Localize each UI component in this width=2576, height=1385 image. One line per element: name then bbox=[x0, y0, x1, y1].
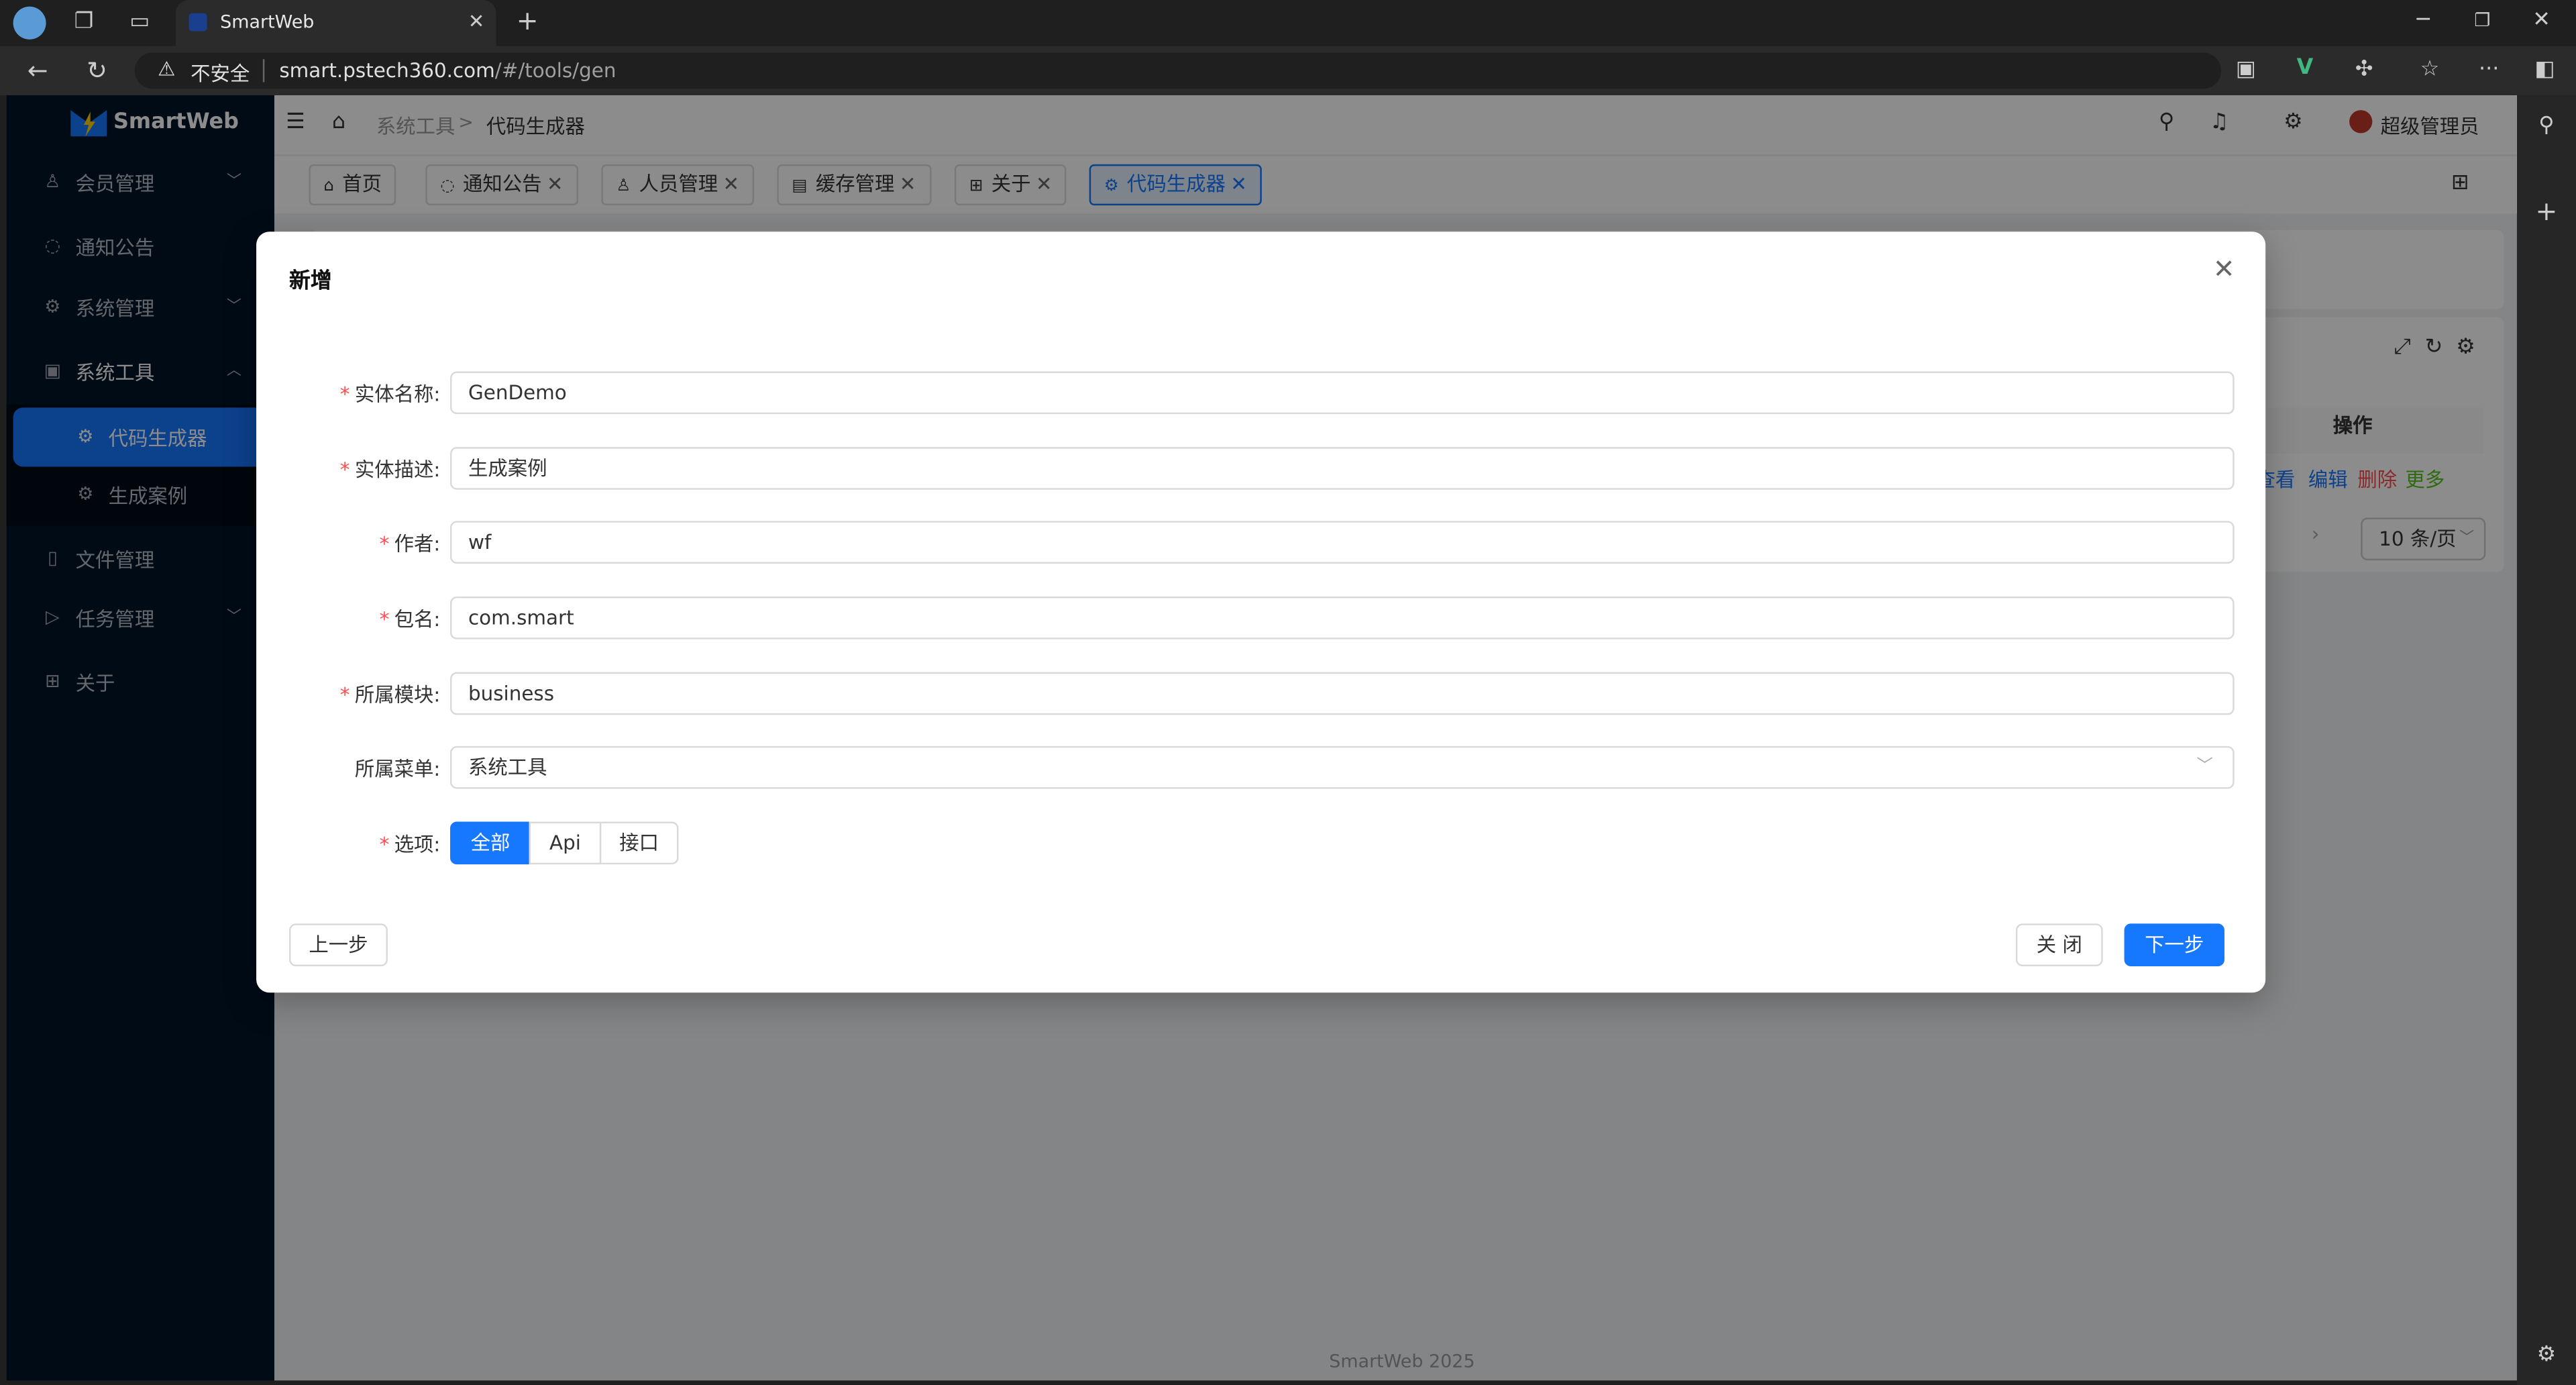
option-api-button[interactable]: Api bbox=[529, 821, 602, 865]
chevron-down-icon: ﹀ bbox=[2196, 757, 2213, 776]
restore-icon[interactable]: ❐ bbox=[2467, 8, 2497, 34]
search-icon[interactable]: ⚲ bbox=[2532, 113, 2561, 140]
option-all-button[interactable]: 全部 bbox=[450, 821, 531, 865]
url-path: /#/tools/gen bbox=[494, 59, 616, 83]
required-mark: * bbox=[339, 458, 350, 482]
profile-avatar[interactable] bbox=[13, 6, 46, 40]
required-mark: * bbox=[379, 608, 390, 631]
extension-icon[interactable]: ▣ bbox=[2231, 58, 2261, 84]
warning-icon: ⚠ bbox=[158, 57, 176, 81]
browser-tab-title: SmartWeb bbox=[220, 11, 315, 33]
url-text: smart.pstech360.com/#/tools/gen bbox=[279, 59, 616, 82]
back-icon[interactable]: ← bbox=[23, 58, 52, 84]
field-label: * 实体描述: bbox=[339, 458, 441, 482]
new-tab-icon[interactable]: + bbox=[513, 7, 542, 34]
prev-step-button[interactable]: 上一步 bbox=[289, 923, 388, 967]
menu-select[interactable]: 系统工具 ﹀ bbox=[450, 746, 2235, 789]
close-tab-icon[interactable]: ✕ bbox=[468, 10, 485, 33]
required-mark: * bbox=[339, 382, 350, 406]
vue-devtools-icon[interactable]: V bbox=[2290, 56, 2320, 82]
field-label: * 选项: bbox=[379, 833, 441, 856]
puzzle-icon[interactable]: ✣ bbox=[2349, 58, 2379, 84]
tab-actions-icon[interactable]: ▭ bbox=[125, 10, 154, 36]
workspaces-icon[interactable]: ❐ bbox=[69, 10, 99, 36]
field-label: * 实体名称: bbox=[339, 382, 441, 406]
field-label-text: 实体名称 bbox=[354, 382, 434, 406]
create-dialog: 新增 ✕ * 实体名称: GenDemo * 实体描述: 生成案例 * 作者: wf … bbox=[256, 232, 2266, 993]
refresh-icon[interactable]: ↻ bbox=[82, 58, 111, 84]
menu-select-value: 系统工具 bbox=[468, 756, 547, 779]
field-label-text: 所属菜单 bbox=[354, 757, 434, 781]
form-row-module: * 所属模块: business bbox=[256, 672, 2265, 715]
edge-sidebar: ⚲ + ⚙ bbox=[2516, 95, 2576, 1385]
settings-icon[interactable]: ⚙ bbox=[2532, 1343, 2561, 1369]
form-row-options: * 选项: 全部 Api 接口 bbox=[256, 821, 2265, 865]
minimize-icon[interactable]: ─ bbox=[2408, 8, 2438, 34]
form-row-entity-name: * 实体名称: GenDemo bbox=[256, 371, 2265, 415]
security-label: 不安全 bbox=[191, 62, 250, 86]
collections-icon[interactable]: ☆ bbox=[2415, 58, 2445, 84]
close-button[interactable]: 关 闭 bbox=[2015, 923, 2103, 967]
favicon-icon bbox=[189, 13, 207, 32]
package-input[interactable]: com.smart bbox=[450, 596, 2235, 639]
form-row-author: * 作者: wf bbox=[256, 521, 2265, 564]
field-label-text: 所属模块 bbox=[354, 683, 434, 707]
required-mark: * bbox=[379, 532, 390, 556]
form-row-package: * 包名: com.smart bbox=[256, 596, 2265, 639]
field-label: 所属菜单: bbox=[354, 757, 441, 781]
add-icon[interactable]: + bbox=[2532, 198, 2561, 225]
browser-tab-bar: ❐ ▭ SmartWeb ✕ + ─ ❐ ✕ bbox=[0, 0, 2576, 46]
url-host: smart.pstech360.com bbox=[279, 59, 495, 83]
field-label: * 所属模块: bbox=[339, 683, 441, 707]
entity-desc-input[interactable]: 生成案例 bbox=[450, 447, 2235, 490]
required-mark: * bbox=[379, 833, 390, 856]
close-icon[interactable]: ✕ bbox=[2213, 253, 2235, 285]
form-row-menu: 所属菜单: 系统工具 ﹀ bbox=[256, 746, 2265, 789]
browser-tab[interactable]: SmartWeb ✕ bbox=[176, 0, 496, 46]
dialog-title: 新增 bbox=[289, 269, 332, 295]
form-row-entity-desc: * 实体描述: 生成案例 bbox=[256, 447, 2265, 490]
module-input[interactable]: business bbox=[450, 672, 2235, 715]
address-field[interactable]: ⚠ 不安全 smart.pstech360.com/#/tools/gen bbox=[134, 52, 2222, 89]
sidebar-toggle-icon[interactable]: ◧ bbox=[2530, 58, 2559, 84]
next-step-button[interactable]: 下一步 bbox=[2124, 923, 2224, 967]
field-label-text: 作者 bbox=[394, 532, 434, 556]
required-mark: * bbox=[339, 683, 350, 707]
field-label: * 作者: bbox=[379, 532, 441, 556]
more-icon[interactable]: ··· bbox=[2474, 58, 2504, 84]
address-separator bbox=[262, 59, 265, 83]
field-label-text: 选项 bbox=[394, 833, 434, 856]
window-close-icon[interactable]: ✕ bbox=[2527, 8, 2557, 34]
entity-name-input[interactable]: GenDemo bbox=[450, 371, 2235, 415]
field-label-text: 实体描述 bbox=[354, 458, 434, 482]
author-input[interactable]: wf bbox=[450, 521, 2235, 564]
field-label: * 包名: bbox=[379, 608, 441, 631]
field-label-text: 包名 bbox=[394, 608, 434, 631]
option-interface-button[interactable]: 接口 bbox=[599, 821, 679, 865]
